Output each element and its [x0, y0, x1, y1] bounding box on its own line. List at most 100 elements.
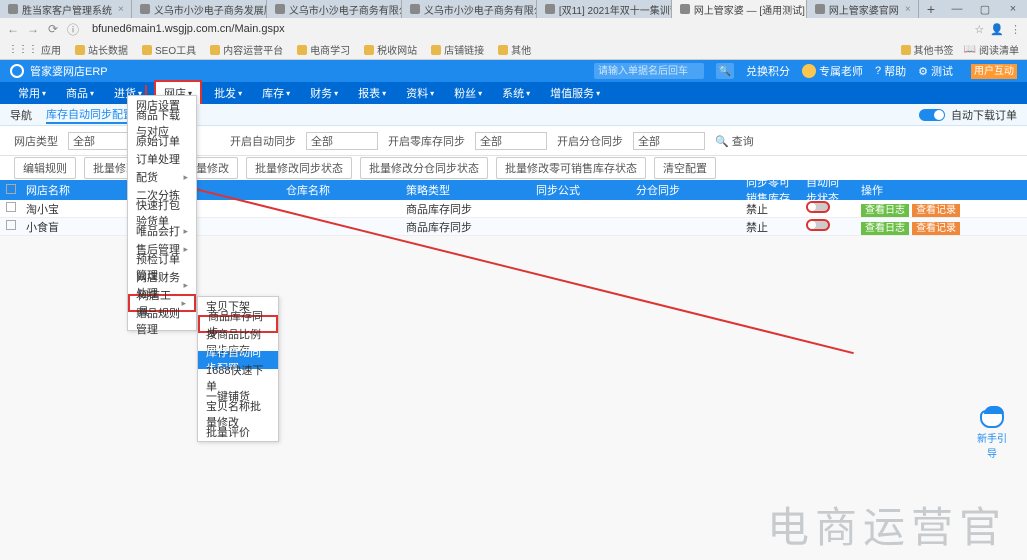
submenu-batch-rename[interactable]: 宝贝名称批量修改 [198, 405, 278, 423]
minimize-button[interactable]: — [943, 3, 971, 16]
nav-system[interactable]: 系统▾ [494, 82, 538, 104]
nav-fans[interactable]: 粉丝▾ [446, 82, 490, 104]
other-bookmarks[interactable]: 其他书签 [901, 42, 954, 57]
submenu-1688-order[interactable]: 1688快速下单 [198, 369, 278, 387]
auto-sync-select[interactable]: 全部 [306, 132, 378, 150]
view-record-button[interactable]: 查看记录 [912, 222, 960, 235]
favicon [545, 4, 555, 14]
zero-sync-select[interactable]: 全部 [475, 132, 547, 150]
row-checkbox[interactable] [6, 220, 16, 230]
address-bar[interactable]: bfuned6main1.wsgjp.com.cn/Main.gspx [86, 21, 291, 37]
cell-zero: 禁止 [740, 201, 800, 217]
nav-report[interactable]: 报表▾ [350, 82, 394, 104]
browser-tab-active[interactable]: 网上管家婆 — [通用测试]× [672, 0, 807, 18]
favicon [140, 4, 150, 14]
star-icon[interactable]: ☆ [974, 23, 984, 36]
zero-sync-label: 开启零库存同步 [388, 133, 465, 149]
nav-goods[interactable]: 商品▾ [58, 82, 102, 104]
folder-icon [431, 45, 441, 55]
bookmark-item[interactable]: 税收网站 [364, 42, 417, 57]
split-sync-select[interactable]: 全部 [633, 132, 705, 150]
browser-tab[interactable]: 义乌市小沙电子商务有限公司加× [402, 0, 537, 18]
exchange-points-link[interactable]: 兑换积分 [746, 63, 790, 79]
menu-dispatch[interactable]: 配货▸ [128, 168, 196, 186]
menu-icon[interactable]: ⋮ [1010, 23, 1021, 36]
menu-download-match[interactable]: 商品下载与对应 [128, 114, 196, 132]
reload-button[interactable]: ⟳ [46, 22, 60, 36]
avatar-icon [802, 64, 816, 78]
nav-finance[interactable]: 财务▾ [302, 82, 346, 104]
batch-sync-status-button[interactable]: 批量修改同步状态 [246, 157, 352, 179]
bookmark-item[interactable]: 店铺链接 [431, 42, 484, 57]
close-window-button[interactable]: × [999, 3, 1027, 16]
close-icon[interactable]: × [118, 4, 124, 15]
menu-gift-rules[interactable]: 赠品规则管理 [128, 312, 196, 330]
bookmark-item[interactable]: SEO工具 [142, 42, 196, 57]
user-interact-badge[interactable]: 用户互动 [971, 64, 1017, 79]
auto-sync-toggle[interactable] [806, 201, 830, 213]
browser-tab[interactable]: [双11] 2021年双十一集训营× [537, 0, 672, 18]
browser-tab[interactable]: 网上管家婆官网× [807, 0, 919, 18]
batch-zero-status-button[interactable]: 批量修改零可销售库存状态 [496, 157, 646, 179]
back-button[interactable]: ← [6, 22, 20, 36]
menu-quick-pack[interactable]: 快速打包验货单 [128, 204, 196, 222]
menu-weipinhui[interactable]: 唯品会打▸ [128, 222, 196, 240]
clear-config-button[interactable]: 清空配置 [654, 157, 716, 179]
col-strategy[interactable]: 策略类型 [400, 182, 530, 198]
new-tab-button[interactable]: + [919, 1, 943, 17]
cell-zero: 禁止 [740, 219, 800, 235]
split-sync-label: 开启分仓同步 [557, 133, 623, 149]
user-menu[interactable]: ⚙ 测试 [918, 63, 953, 79]
browser-tab[interactable]: 胜当家客户管理系统× [0, 0, 132, 18]
bookmark-item[interactable]: 内容运营平台 [210, 42, 283, 57]
favicon [275, 4, 285, 14]
edit-rule-button[interactable]: 编辑规则 [14, 157, 76, 179]
view-log-button[interactable]: 查看日志 [861, 222, 909, 235]
help-link[interactable]: ? 帮助 [875, 63, 906, 79]
apps-button[interactable]: ⋮⋮⋮ 应用 [8, 42, 61, 57]
nav-wholesale[interactable]: 批发▾ [206, 82, 250, 104]
profile-icon[interactable]: 👤 [990, 23, 1004, 36]
nav-data[interactable]: 资料▾ [398, 82, 442, 104]
subnav-stock-sync[interactable]: 库存自动同步配置 [46, 106, 134, 124]
cell-strategy: 商品库存同步 [400, 219, 530, 235]
tutor-link[interactable]: 专属老师 [802, 63, 863, 79]
maximize-button[interactable]: ▢ [971, 3, 999, 16]
col-warehouse[interactable]: 仓库名称 [280, 182, 400, 198]
close-icon[interactable]: × [905, 4, 911, 15]
nav-stock[interactable]: 库存▾ [254, 82, 298, 104]
row-checkbox[interactable] [6, 202, 16, 212]
view-log-button[interactable]: 查看日志 [861, 204, 909, 217]
site-info-icon[interactable]: ⓘ [66, 21, 80, 38]
bookmark-item[interactable]: 站长数据 [75, 42, 128, 57]
folder-icon [297, 45, 307, 55]
auto-sync-toggle[interactable] [806, 219, 830, 231]
folder-icon [142, 45, 152, 55]
subnav-home[interactable]: 导航 [10, 107, 32, 123]
nav-common[interactable]: 常用▾ [10, 82, 54, 104]
nav-vas[interactable]: 增值服务▾ [542, 82, 608, 104]
reading-list[interactable]: 📖 阅读清单 [964, 42, 1019, 57]
menu-order-process[interactable]: 订单处理 [128, 150, 196, 168]
auto-download-toggle[interactable] [919, 109, 945, 121]
browser-tab[interactable]: 义乌市小沙电子商务有限公司× [267, 0, 402, 18]
select-all-checkbox[interactable] [6, 184, 16, 194]
col-split-sync[interactable]: 分仓同步 [630, 182, 740, 198]
view-record-button[interactable]: 查看记录 [912, 204, 960, 217]
col-sync-formula[interactable]: 同步公式 [530, 182, 630, 198]
newbie-guide-badge[interactable]: 新手引导 [977, 410, 1007, 460]
bookmark-item[interactable]: 电商学习 [297, 42, 350, 57]
query-button[interactable]: 🔍 查询 [715, 133, 754, 149]
app-title: 管家婆网店ERP [30, 63, 108, 79]
folder-icon [901, 45, 911, 55]
forward-button[interactable]: → [26, 22, 40, 36]
col-ops: 操作 [855, 182, 1027, 198]
favicon [815, 4, 825, 14]
browser-tab[interactable]: 义乌市小沙电子商务发展历程_王× [132, 0, 267, 18]
bookmark-item[interactable]: 其他 [498, 42, 531, 57]
batch-split-status-button[interactable]: 批量修改分仓同步状态 [360, 157, 488, 179]
store-tools-submenu: 宝贝下架 商品库存同步 按商品比例同步库存 库存自动同步配置 1688快速下单 … [197, 296, 279, 442]
search-icon[interactable]: 🔍 [716, 63, 734, 79]
cloud-icon [10, 64, 24, 78]
header-search-input[interactable] [594, 63, 704, 79]
